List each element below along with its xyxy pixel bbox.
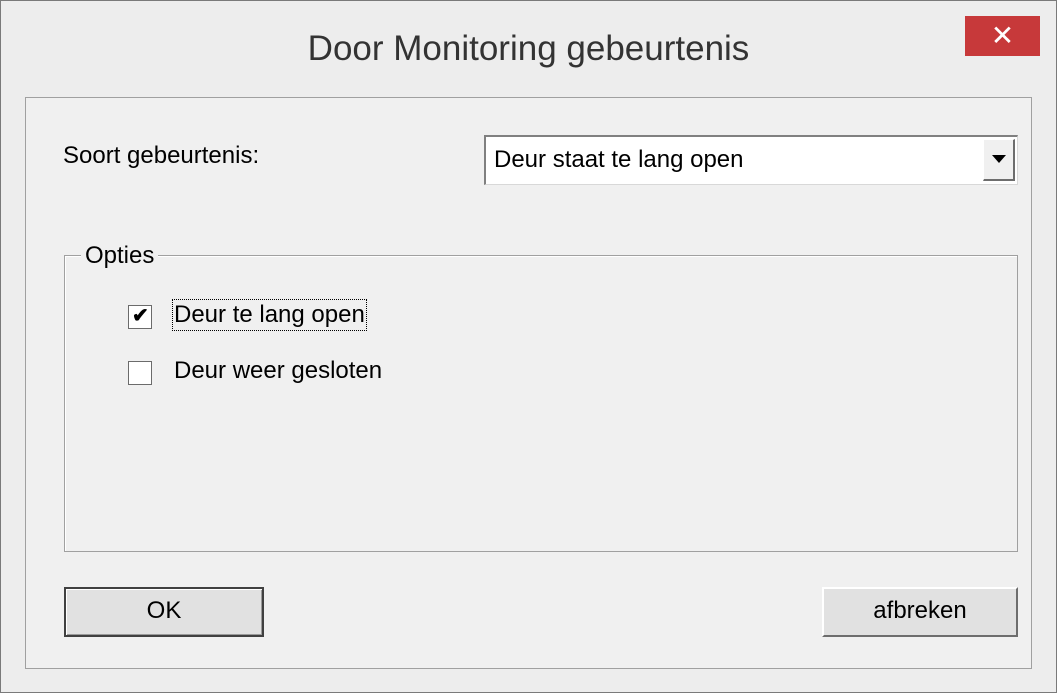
title-bar[interactable]: Door Monitoring gebeurtenis ✕ xyxy=(1,1,1056,97)
options-groupbox xyxy=(64,255,1018,552)
checkmark-icon: ✔ xyxy=(132,305,149,327)
close-button[interactable]: ✕ xyxy=(965,16,1040,56)
checkbox-box[interactable] xyxy=(128,361,152,385)
dialog-window: Door Monitoring gebeurtenis ✕ Soort gebe… xyxy=(0,0,1057,693)
dialog-body: Soort gebeurtenis: Deur staat te lang op… xyxy=(25,97,1032,669)
ok-button[interactable]: OK xyxy=(64,587,264,637)
dropdown-arrow-icon[interactable] xyxy=(983,139,1015,181)
checkbox-box[interactable]: ✔ xyxy=(128,305,152,329)
event-type-dropdown[interactable]: Deur staat te lang open xyxy=(484,135,1018,185)
event-type-label: Soort gebeurtenis: xyxy=(63,142,260,169)
event-type-value: Deur staat te lang open xyxy=(494,146,744,173)
cancel-button[interactable]: afbreken xyxy=(822,587,1018,637)
checkbox-label[interactable]: Deur te lang open xyxy=(172,299,367,331)
checkbox-label[interactable]: Deur weer gesloten xyxy=(174,357,382,385)
options-legend: Opties xyxy=(81,242,159,270)
window-title: Door Monitoring gebeurtenis xyxy=(307,29,750,68)
close-icon: ✕ xyxy=(990,20,1015,51)
